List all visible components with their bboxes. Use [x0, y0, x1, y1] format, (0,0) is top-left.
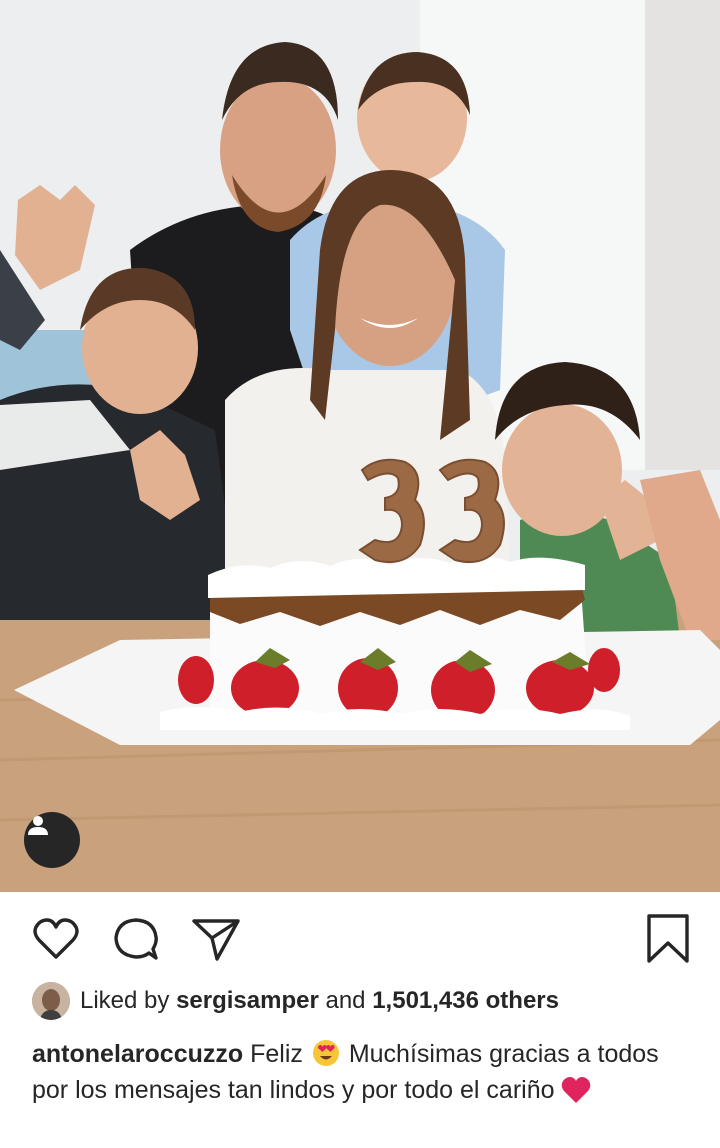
- family-cake-illustration: [0, 0, 720, 892]
- bookmark-icon[interactable]: [643, 914, 693, 964]
- tagged-people-icon[interactable]: [24, 812, 80, 868]
- heart-outline-icon[interactable]: [31, 914, 81, 964]
- heart-eyes-emoji-icon: [312, 1039, 340, 1067]
- likes-username[interactable]: sergisamper: [176, 987, 319, 1015]
- likes-prefix: Liked by: [80, 987, 170, 1014]
- post-action-bar: [0, 892, 720, 988]
- paper-plane-icon[interactable]: [191, 914, 241, 964]
- likes-and: and: [325, 987, 366, 1014]
- comment-bubble-icon[interactable]: [111, 914, 161, 964]
- caption-username[interactable]: antonelaroccuzzo: [32, 1040, 243, 1068]
- likes-count[interactable]: 1,501,436 others: [372, 987, 559, 1015]
- red-heart-emoji-icon: [561, 1076, 591, 1104]
- likes-row[interactable]: Liked by sergisamper and 1,501,436 other…: [32, 980, 559, 1022]
- post-caption: antonelaroccuzzo Feliz Muchísimas gracia…: [32, 1036, 692, 1108]
- caption-text-1: Feliz: [250, 1040, 303, 1068]
- post-photo[interactable]: [0, 0, 720, 892]
- avatar: [32, 982, 70, 1020]
